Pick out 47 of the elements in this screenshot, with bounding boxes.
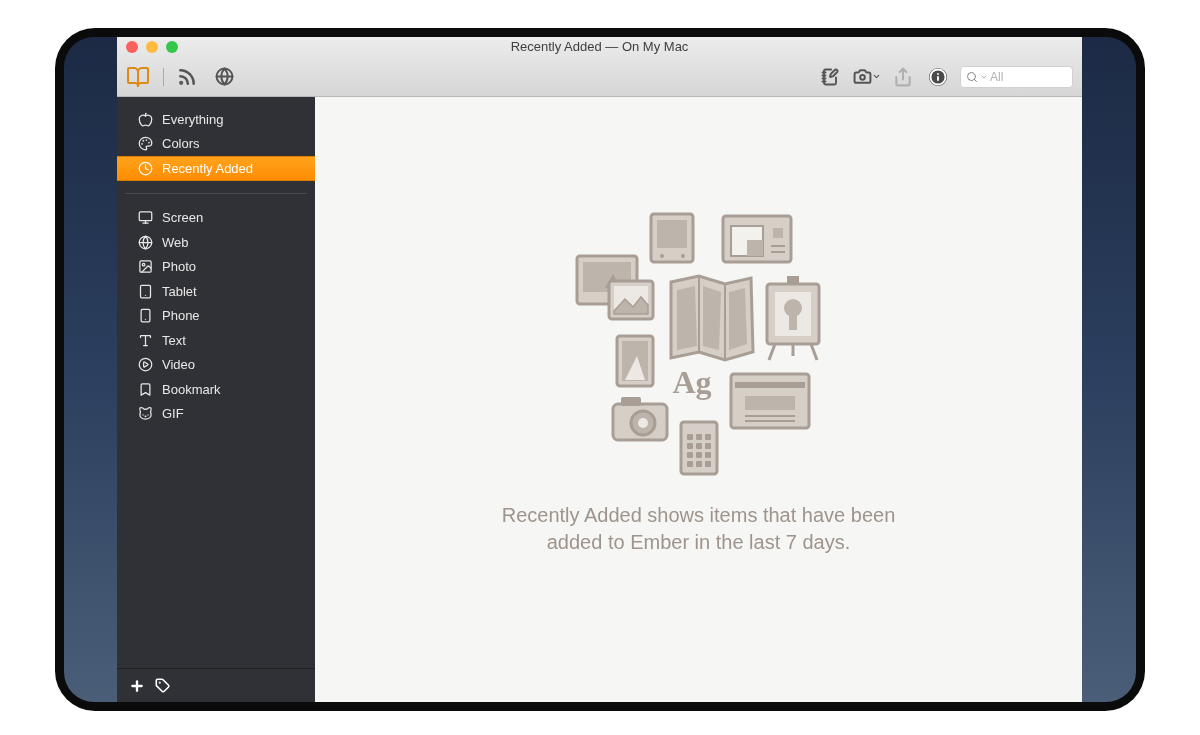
feeds-button[interactable]	[177, 66, 197, 87]
phone-icon	[138, 308, 153, 324]
globe-icon	[138, 234, 153, 250]
caret-icon	[872, 72, 881, 81]
sidebar-item[interactable]: Tablet	[117, 279, 315, 304]
info-icon	[929, 67, 947, 86]
palette-icon	[138, 136, 153, 152]
clock-icon	[138, 160, 153, 176]
rss-icon	[177, 66, 197, 87]
apple-icon	[138, 111, 153, 127]
window-title: Recently Added — On My Mac	[510, 38, 689, 57]
book-icon	[126, 64, 150, 89]
search-field[interactable]: All	[990, 67, 1067, 86]
share-icon	[893, 66, 913, 87]
text-icon	[138, 332, 153, 348]
plus-icon	[129, 677, 145, 694]
sidebar-item[interactable]: Photo	[117, 254, 315, 279]
add-button[interactable]	[129, 677, 145, 694]
tag-icon	[155, 678, 170, 693]
sidebar-item[interactable]: Screen	[117, 205, 315, 230]
globe-icon	[215, 67, 234, 86]
snapshot-button[interactable]	[853, 67, 881, 86]
sidebar-item[interactable]: Bookmark	[117, 377, 315, 402]
sidebar-item[interactable]: Phone	[117, 303, 315, 328]
notebook-icon	[821, 67, 839, 86]
tablet-icon	[138, 283, 153, 299]
sidebar-item[interactable]: Video	[117, 352, 315, 377]
search-box[interactable]: All	[960, 65, 1073, 88]
sidebar-item[interactable]: GIF	[117, 401, 315, 426]
tag-button[interactable]	[155, 678, 170, 693]
search-icon	[966, 70, 978, 83]
monitor-icon	[138, 210, 153, 226]
bookmark-icon	[138, 381, 153, 397]
cat-icon	[138, 406, 153, 422]
empty-state-message: Recently Added shows items that have been added to Ember in the last 7 days.	[500, 503, 897, 555]
close-button[interactable]	[126, 41, 138, 53]
new-note-button[interactable]	[821, 67, 839, 86]
sidebar-item[interactable]: Text	[117, 328, 315, 353]
camera-icon	[853, 67, 872, 86]
sidebar-item[interactable]: Everything	[117, 107, 315, 132]
sidebar-item[interactable]: Colors	[117, 131, 315, 156]
info-button[interactable]	[929, 67, 947, 86]
typeface-sample: Ag	[672, 366, 712, 398]
sidebar-item[interactable]: Web	[117, 230, 315, 255]
image-icon	[138, 259, 153, 275]
play-icon	[138, 357, 153, 373]
web-button[interactable]	[215, 67, 234, 86]
